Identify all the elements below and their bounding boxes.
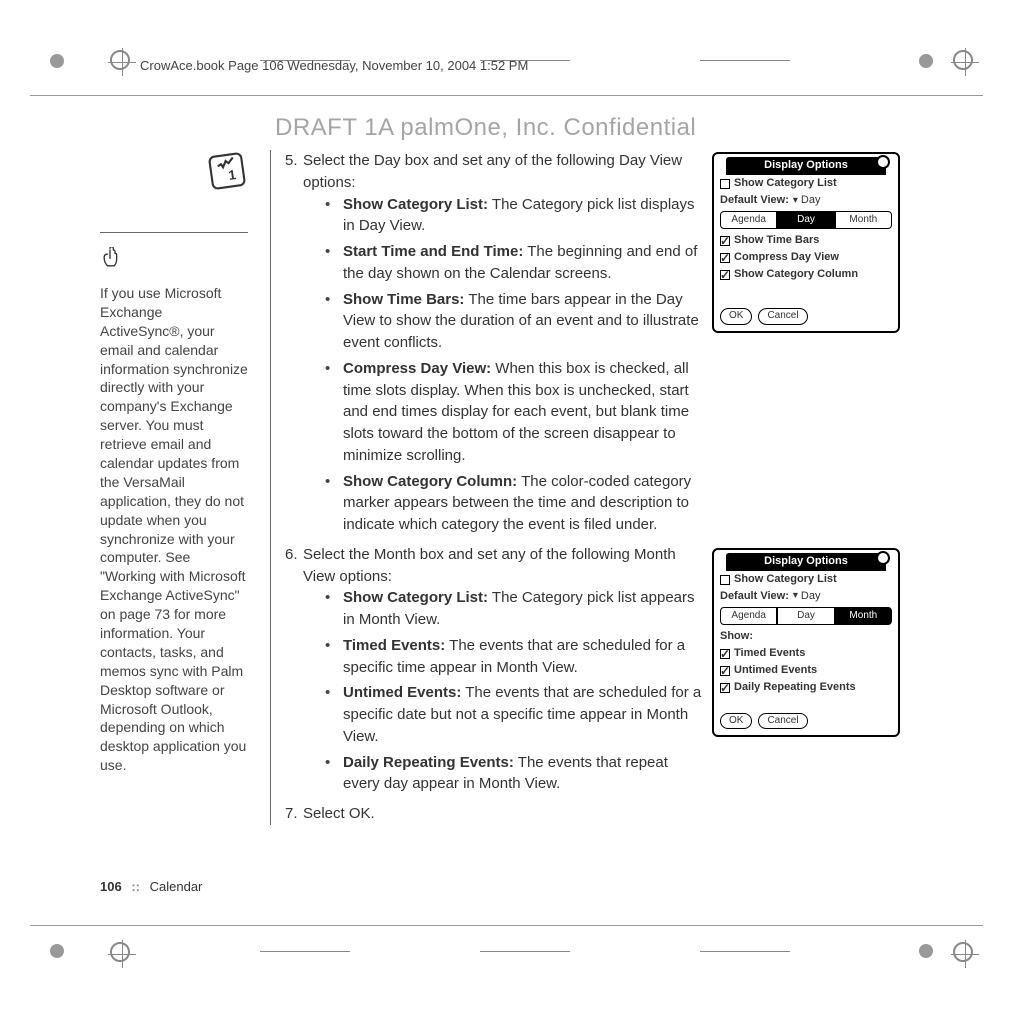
list-item: Show Time Bars: The time bars appear in … [325, 289, 702, 354]
label-show: Show: [720, 629, 753, 645]
list-item: Start Time and End Time: The beginning a… [325, 241, 702, 285]
tab-day[interactable]: Day [777, 211, 834, 230]
checkbox-compress-day-view[interactable] [720, 253, 730, 263]
list-item: Compress Day View: When this box is chec… [325, 358, 702, 467]
label-compress-day-view: Compress Day View [734, 250, 839, 266]
checkbox-timed-events[interactable] [720, 649, 730, 659]
footer-rule [30, 925, 983, 926]
note-icon: 1 [100, 150, 248, 192]
step-number: 5. [285, 150, 303, 540]
tab-month[interactable]: Month [835, 211, 892, 230]
checkbox-show-category-column[interactable] [720, 270, 730, 280]
main-column: Display Options i Show Category List Def… [270, 150, 900, 825]
content-area: 1 If you use Microsoft Exchange ActiveSy… [100, 150, 900, 829]
label-show-category-list: Show Category List [734, 176, 837, 192]
dropdown-default-view[interactable]: Day [793, 589, 821, 605]
section-title: Calendar [150, 879, 203, 894]
checkbox-show-category-list[interactable] [720, 179, 730, 189]
list-item: Show Category List: The Category pick li… [325, 194, 702, 238]
info-icon: i [876, 551, 890, 565]
list-item: Timed Events: The events that are schedu… [325, 635, 702, 679]
label-default-view: Default View: [720, 193, 789, 209]
svg-text:1: 1 [227, 167, 237, 183]
label-untimed-events: Untimed Events [734, 663, 817, 679]
label-show-category-list: Show Category List [734, 572, 837, 588]
tab-agenda[interactable]: Agenda [720, 607, 777, 626]
step-number: 6. [285, 544, 303, 799]
step-6: 6. Select the Month box and set any of t… [285, 544, 702, 799]
view-tabs[interactable]: Agenda Day Month [720, 211, 892, 230]
tab-day[interactable]: Day [777, 607, 834, 626]
tip-hand-icon [100, 247, 248, 278]
checkbox-untimed-events[interactable] [720, 666, 730, 676]
page-number: 106 [100, 879, 122, 894]
screenshot-display-options-month: Display Options i Show Category List Def… [712, 548, 900, 738]
label-show-category-column: Show Category Column [734, 267, 858, 283]
checkbox-daily-repeating-events[interactable] [720, 683, 730, 693]
tab-agenda[interactable]: Agenda [720, 211, 777, 230]
sidebar-tip-text: If you use Microsoft Exchange ActiveSync… [100, 284, 248, 775]
page-footer: 106 :: Calendar [100, 879, 202, 894]
footer-separator: :: [131, 879, 140, 894]
step-7: 7. Select OK. [285, 803, 900, 825]
checkbox-show-time-bars[interactable] [720, 236, 730, 246]
ok-button[interactable]: OK [720, 713, 752, 730]
label-daily-repeating-events: Daily Repeating Events [734, 680, 856, 696]
step-5-intro: Select the Day box and set any of the fo… [303, 152, 682, 191]
dropdown-default-view[interactable]: Day [793, 193, 821, 209]
draft-watermark: DRAFT 1A palmOne, Inc. Confidential [275, 114, 696, 142]
list-item: Show Category Column: The color-coded ca… [325, 471, 702, 536]
ok-button[interactable]: OK [720, 308, 752, 325]
palm-title: Display Options i [726, 157, 886, 175]
label-show-time-bars: Show Time Bars [734, 233, 819, 249]
cancel-button[interactable]: Cancel [758, 713, 807, 730]
step-7-intro: Select OK. [303, 805, 375, 822]
tab-month[interactable]: Month [835, 607, 892, 626]
header-rule [30, 95, 983, 96]
step-number: 7. [285, 803, 303, 825]
step-5: 5. Select the Day box and set any of the… [285, 150, 702, 540]
label-timed-events: Timed Events [734, 646, 805, 662]
view-tabs[interactable]: Agenda Day Month [720, 607, 892, 626]
info-icon: i [876, 155, 890, 169]
label-default-view: Default View: [720, 589, 789, 605]
checkbox-show-category-list[interactable] [720, 575, 730, 585]
list-item: Untimed Events: The events that are sche… [325, 682, 702, 747]
sidebar: 1 If you use Microsoft Exchange ActiveSy… [100, 150, 260, 775]
screenshot-display-options-day: Display Options i Show Category List Def… [712, 152, 900, 333]
list-item: Show Category List: The Category pick li… [325, 587, 702, 631]
list-item: Daily Repeating Events: The events that … [325, 752, 702, 796]
running-head: CrowAce.book Page 106 Wednesday, Novembe… [140, 58, 528, 73]
palm-title: Display Options i [726, 553, 886, 571]
step-6-intro: Select the Month box and set any of the … [303, 546, 676, 585]
cancel-button[interactable]: Cancel [758, 308, 807, 325]
